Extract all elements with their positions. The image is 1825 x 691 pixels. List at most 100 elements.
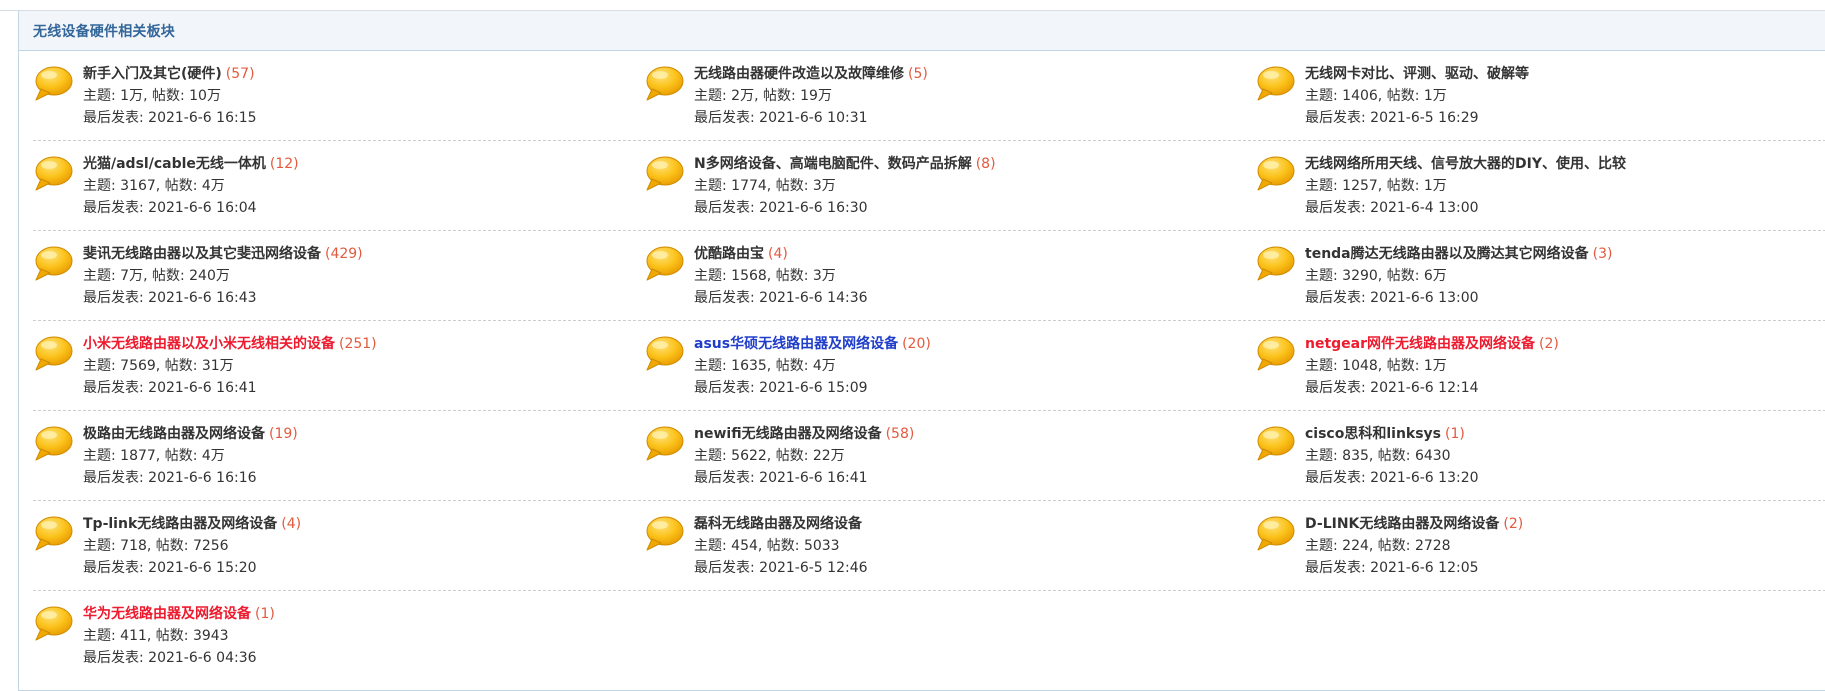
forum-item: 优酷路由宝 (4) 主题: 1568, 帖数: 3万 最后发表: 2021-6-6… [644, 231, 1255, 320]
forum-stats: 主题: 1877, 帖数: 4万 [83, 448, 225, 464]
forum-row: Tp-link无线路由器及网络设备 (4) 主题: 718, 帖数: 7256 最… [33, 501, 1825, 591]
forum-item: cisco思科和linksys (1) 主题: 835, 帖数: 6430 最后发… [1255, 411, 1825, 500]
forum-stats: 主题: 3167, 帖数: 4万 [83, 178, 225, 194]
speech-bubble-icon[interactable] [644, 335, 684, 373]
forum-stats: 主题: 718, 帖数: 7256 [83, 538, 229, 554]
today-post-count: (429) [325, 246, 363, 262]
top-divider [0, 0, 1825, 11]
forum-title-link[interactable]: 新手入门及其它(硬件) [83, 66, 222, 82]
forum-grid: 新手入门及其它(硬件) (57) 主题: 1万, 帖数: 10万 最后发表: 20… [19, 51, 1825, 681]
forum-stats: 主题: 3290, 帖数: 6万 [1305, 268, 1447, 284]
forum-title-link[interactable]: 优酷路由宝 [694, 246, 764, 262]
today-post-count: (251) [339, 336, 377, 352]
forum-item: Tp-link无线路由器及网络设备 (4) 主题: 718, 帖数: 7256 最… [33, 501, 644, 590]
speech-bubble-icon[interactable] [33, 335, 73, 373]
speech-bubble-icon[interactable] [33, 245, 73, 283]
last-post-time: 最后发表: 2021-6-6 16:41 [694, 470, 868, 486]
speech-bubble-icon[interactable] [644, 425, 684, 463]
today-post-count: (19) [269, 426, 298, 442]
speech-bubble-icon[interactable] [33, 65, 73, 103]
forum-title-link[interactable]: cisco思科和linksys [1305, 426, 1441, 442]
last-post-time: 最后发表: 2021-6-6 15:20 [83, 560, 257, 576]
forum-stats: 主题: 1568, 帖数: 3万 [694, 268, 836, 284]
speech-bubble-icon[interactable] [33, 155, 73, 193]
forum-title-link[interactable]: 无线网卡对比、评测、驱动、破解等 [1305, 66, 1529, 82]
speech-bubble-icon[interactable] [1255, 335, 1295, 373]
forum-stats: 主题: 1048, 帖数: 1万 [1305, 358, 1447, 374]
today-post-count: (2) [1539, 336, 1559, 352]
last-post-time: 最后发表: 2021-6-6 16:41 [83, 380, 257, 396]
today-post-count: (4) [768, 246, 788, 262]
forum-title-link[interactable]: 无线路由器硬件改造以及故障维修 [694, 66, 904, 82]
forum-row: 小米无线路由器以及小米无线相关的设备 (251) 主题: 7569, 帖数: 31… [33, 321, 1825, 411]
forum-title-link[interactable]: newifi无线路由器及网络设备 [694, 426, 882, 442]
last-post-time: 最后发表: 2021-6-6 16:04 [83, 200, 257, 216]
forum-title-link[interactable]: 光猫/adsl/cable无线一体机 [83, 156, 266, 172]
today-post-count: (1) [255, 606, 275, 622]
forum-item: asus华硕无线路由器及网络设备 (20) 主题: 1635, 帖数: 4万 最后… [644, 321, 1255, 410]
forum-title-link[interactable]: Tp-link无线路由器及网络设备 [83, 516, 277, 532]
today-post-count: (1) [1445, 426, 1465, 442]
speech-bubble-icon[interactable] [33, 515, 73, 553]
forum-item: netgear网件无线路由器及网络设备 (2) 主题: 1048, 帖数: 1万 … [1255, 321, 1825, 410]
speech-bubble-icon[interactable] [644, 515, 684, 553]
forum-title-link[interactable]: 小米无线路由器以及小米无线相关的设备 [83, 336, 335, 352]
forum-item: 华为无线路由器及网络设备 (1) 主题: 411, 帖数: 3943 最后发表: … [33, 591, 644, 681]
speech-bubble-icon[interactable] [1255, 155, 1295, 193]
speech-bubble-icon[interactable] [644, 245, 684, 283]
speech-bubble-icon[interactable] [1255, 425, 1295, 463]
speech-bubble-icon[interactable] [644, 155, 684, 193]
today-post-count: (58) [885, 426, 915, 442]
forum-title-link[interactable]: 极路由无线路由器及网络设备 [83, 426, 265, 442]
forum-title-link[interactable]: 无线网络所用天线、信号放大器的DIY、使用、比较 [1305, 156, 1626, 172]
forum-stats: 主题: 7万, 帖数: 240万 [83, 268, 230, 284]
last-post-time: 最后发表: 2021-6-5 16:29 [1305, 110, 1479, 126]
forum-row: 极路由无线路由器及网络设备 (19) 主题: 1877, 帖数: 4万 最后发表:… [33, 411, 1825, 501]
forum-stats: 主题: 5622, 帖数: 22万 [694, 448, 845, 464]
forum-item: newifi无线路由器及网络设备 (58) 主题: 5622, 帖数: 22万 最… [644, 411, 1255, 500]
forum-item: 极路由无线路由器及网络设备 (19) 主题: 1877, 帖数: 4万 最后发表:… [33, 411, 644, 500]
forum-title-link[interactable]: 磊科无线路由器及网络设备 [694, 516, 862, 532]
today-post-count: (4) [281, 516, 302, 532]
forum-title-link[interactable]: N多网络设备、高端电脑配件、数码产品拆解 [694, 156, 972, 172]
last-post-time: 最后发表: 2021-6-6 16:16 [83, 470, 257, 486]
forum-item: 磊科无线路由器及网络设备 主题: 454, 帖数: 5033 最后发表: 202… [644, 501, 1255, 590]
last-post-time: 最后发表: 2021-6-4 13:00 [1305, 200, 1479, 216]
last-post-time: 最后发表: 2021-6-6 16:43 [83, 290, 257, 306]
last-post-time: 最后发表: 2021-6-6 15:09 [694, 380, 868, 396]
forum-title-link[interactable]: netgear网件无线路由器及网络设备 [1305, 336, 1535, 352]
forum-row: 新手入门及其它(硬件) (57) 主题: 1万, 帖数: 10万 最后发表: 20… [33, 51, 1825, 141]
last-post-time: 最后发表: 2021-6-6 14:36 [694, 290, 868, 306]
today-post-count: (12) [269, 156, 299, 172]
today-post-count: (3) [1592, 246, 1613, 262]
speech-bubble-icon[interactable] [33, 605, 73, 643]
forum-item: 小米无线路由器以及小米无线相关的设备 (251) 主题: 7569, 帖数: 31… [33, 321, 644, 410]
forum-item: 光猫/adsl/cable无线一体机 (12) 主题: 3167, 帖数: 4万 … [33, 141, 644, 230]
forum-row: 斐讯无线路由器以及其它斐迅网络设备 (429) 主题: 7万, 帖数: 240万 … [33, 231, 1825, 321]
forum-stats: 主题: 1774, 帖数: 3万 [694, 178, 836, 194]
forum-item: 无线网络所用天线、信号放大器的DIY、使用、比较 主题: 1257, 帖数: 1… [1255, 141, 1825, 230]
speech-bubble-icon[interactable] [33, 425, 73, 463]
speech-bubble-icon[interactable] [1255, 245, 1295, 283]
speech-bubble-icon[interactable] [1255, 65, 1295, 103]
forum-stats: 主题: 1406, 帖数: 1万 [1305, 88, 1447, 104]
last-post-time: 最后发表: 2021-6-6 10:31 [694, 110, 868, 126]
forum-title-link[interactable]: tenda腾达无线路由器以及腾达其它网络设备 [1305, 246, 1589, 262]
forum-stats: 主题: 2万, 帖数: 19万 [694, 88, 832, 104]
last-post-time: 最后发表: 2021-6-6 16:15 [83, 110, 257, 126]
last-post-time: 最后发表: 2021-6-6 13:00 [1305, 290, 1479, 306]
forum-title-link[interactable]: 华为无线路由器及网络设备 [83, 606, 251, 622]
forum-row: 光猫/adsl/cable无线一体机 (12) 主题: 3167, 帖数: 4万 … [33, 141, 1825, 231]
speech-bubble-icon[interactable] [644, 65, 684, 103]
section-header: 无线设备硬件相关板块 [19, 11, 1825, 51]
speech-bubble-icon[interactable] [1255, 515, 1295, 553]
forum-stats: 主题: 1257, 帖数: 1万 [1305, 178, 1447, 194]
section-title[interactable]: 无线设备硬件相关板块 [33, 21, 175, 41]
forum-item: 无线路由器硬件改造以及故障维修 (5) 主题: 2万, 帖数: 19万 最后发表:… [644, 51, 1255, 140]
last-post-time: 最后发表: 2021-6-6 12:14 [1305, 380, 1479, 396]
last-post-time: 最后发表: 2021-6-6 13:20 [1305, 470, 1479, 486]
forum-stats: 主题: 411, 帖数: 3943 [83, 628, 229, 644]
forum-title-link[interactable]: asus华硕无线路由器及网络设备 [694, 336, 898, 352]
forum-title-link[interactable]: D-LINK无线路由器及网络设备 [1305, 516, 1499, 532]
forum-title-link[interactable]: 斐讯无线路由器以及其它斐迅网络设备 [83, 246, 321, 262]
